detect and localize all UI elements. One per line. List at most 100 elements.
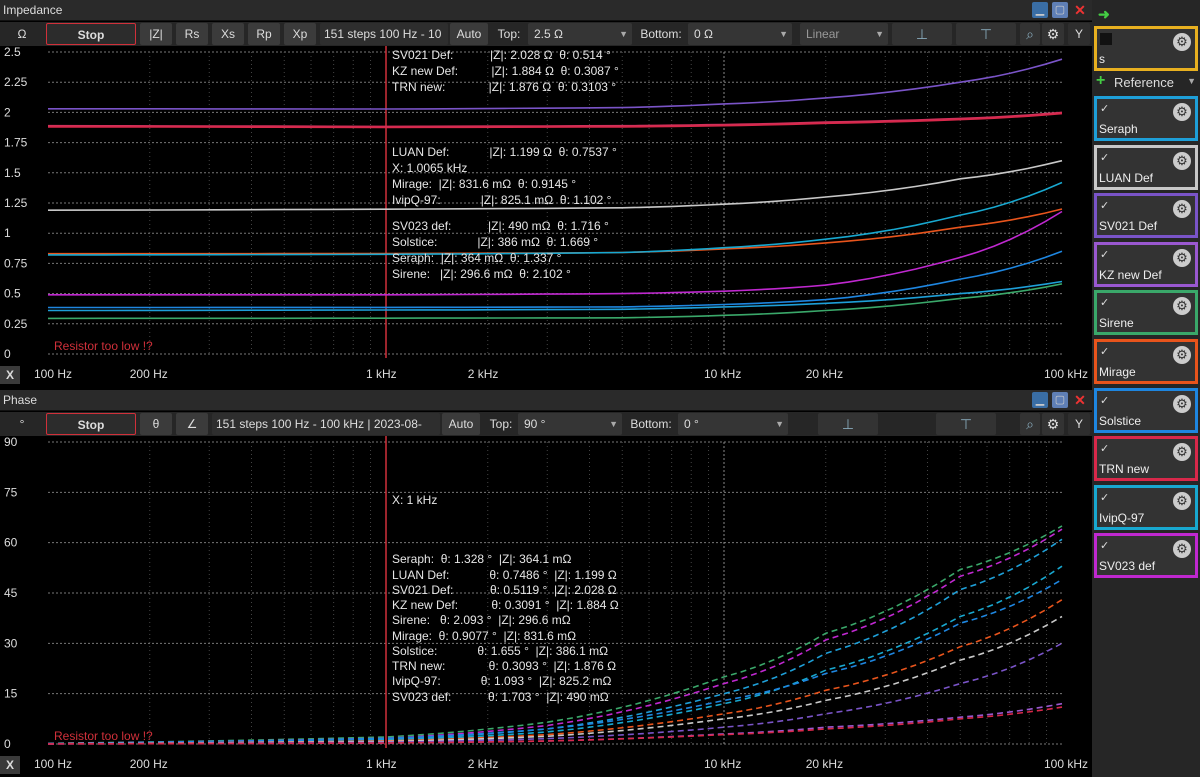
gear-icon[interactable]: ⚙ <box>1173 491 1191 510</box>
cursor-readout-line: Sirene: |Z|: 296.6 mΩ θ: 2.102 ° <box>392 267 571 281</box>
impedance-stop-button[interactable]: Stop <box>46 23 136 45</box>
phase-stop-button[interactable]: Stop <box>46 413 136 435</box>
gear-icon[interactable]: ⚙ <box>1173 540 1191 559</box>
phase-top-input[interactable]: 90 ° ▼ <box>518 413 622 435</box>
y-tick-label: 60 <box>4 536 18 550</box>
impedance-bottom-input[interactable]: 0 Ω ▼ <box>688 23 792 45</box>
gear-icon[interactable]: ⚙ <box>1173 151 1191 170</box>
resistor-warning: Resistor too low !? <box>54 729 153 743</box>
gear-icon[interactable]: ⚙ <box>1173 443 1191 462</box>
zoom-icon[interactable]: ⌕ <box>1020 413 1040 435</box>
gear-icon[interactable]: ⚙ <box>1173 33 1191 51</box>
trace-card-luan-def[interactable]: ✓ ⚙ LUAN Def <box>1094 144 1198 190</box>
phase-panel: Phase ▁ ▢ ✕ ° Stop θ ∠ 151 steps 100 Hz … <box>0 390 1092 777</box>
impedance-titlebar: Impedance ▁ ▢ ✕ <box>0 0 1092 21</box>
gear-icon[interactable]: ⚙ <box>1173 200 1191 219</box>
maximize-icon[interactable]: ▢ <box>1052 392 1068 408</box>
impedance-sweep-info: 151 steps 100 Hz - 10 <box>320 23 448 45</box>
y-tick-label: 0 <box>4 737 11 751</box>
trace-card-seraph[interactable]: ✓ ⚙ Seraph <box>1094 96 1198 141</box>
marker-tool-icon[interactable]: ⊥ <box>818 413 878 435</box>
mode-rp-button[interactable]: Rp <box>248 23 280 45</box>
gear-icon[interactable]: ⚙ <box>1173 394 1191 413</box>
impedance-scale-select[interactable]: Linear ▼ <box>800 23 888 45</box>
trace-card-trn-new[interactable]: ✓ ⚙ TRN new <box>1094 436 1198 482</box>
mode-rs-button[interactable]: Rs <box>176 23 208 45</box>
phase-unit-label: ° <box>19 417 25 431</box>
trace-card-kz-new-def[interactable]: ✓ ⚙ KZ new Def <box>1094 241 1198 287</box>
trace-card-solstice[interactable]: ✓ ⚙ Solstice <box>1094 387 1198 433</box>
minimize-icon[interactable]: ▁ <box>1032 392 1048 408</box>
checkbox-icon[interactable]: ✓ <box>1100 199 1109 212</box>
minimize-icon[interactable]: ▁ <box>1032 2 1048 18</box>
baseline-tool-icon[interactable]: ⊤ <box>936 413 996 435</box>
mode-xs-button[interactable]: Xs <box>212 23 244 45</box>
gear-icon[interactable]: ⚙ <box>1173 103 1191 121</box>
trace-card-sirene[interactable]: ✓ ⚙ Sirene <box>1094 290 1198 336</box>
mode-z-button[interactable]: |Z| <box>140 23 172 45</box>
cursor-readout-line: LUAN Def: |Z|: 1.199 Ω θ: 0.7537 ° <box>392 145 617 159</box>
phase-auto-button[interactable]: Auto <box>442 413 480 435</box>
search-card[interactable]: s ⚙ <box>1094 26 1198 71</box>
reference-dropdown[interactable]: + Reference ▼ <box>1094 72 1198 93</box>
close-icon[interactable]: ✕ <box>1072 2 1088 18</box>
color-swatch-icon <box>1100 33 1112 45</box>
x-tick-label: 10 kHz <box>704 757 742 771</box>
phase-x-axis-strip: X 100 Hz 200 Hz 1 kHz 2 kHz 10 kHz 20 kHz 100 … <box>0 754 1092 776</box>
x-tick-label: 2 kHz <box>467 367 499 381</box>
checkbox-icon[interactable]: ✓ <box>1100 102 1109 115</box>
x-tick-label: 20 kHz <box>805 757 844 771</box>
checkbox-icon[interactable]: ✓ <box>1100 491 1109 504</box>
cursor-readout-line: X: 1.0065 kHz <box>392 161 467 175</box>
phase-bottom-input[interactable]: 0 ° ▼ <box>678 413 788 435</box>
checkbox-icon[interactable]: ✓ <box>1100 442 1109 455</box>
phase-x-button[interactable]: X <box>0 756 20 774</box>
impedance-x-axis-strip: X 100 Hz 200 Hz 1 kHz 2 kHz 10 kHz 20 kHz 100 … <box>0 364 1092 386</box>
trace-card-mirage[interactable]: ✓ ⚙ Mirage <box>1094 339 1198 384</box>
plus-icon[interactable]: + <box>1096 72 1105 90</box>
impedance-panel: Impedance ▁ ▢ ✕ Ω Stop |Z| Rs Xs Rp Xp 1… <box>0 0 1092 388</box>
trace-card-ivipq-97[interactable]: ✓ ⚙ IvipQ-97 <box>1094 484 1198 530</box>
mode-angle-button[interactable]: ∠ <box>176 413 208 435</box>
gear-icon[interactable]: ⚙ <box>1173 297 1191 316</box>
checkbox-icon[interactable]: ✓ <box>1100 151 1109 164</box>
impedance-top-input[interactable]: 2.5 Ω ▼ <box>528 23 632 45</box>
impedance-auto-button[interactable]: Auto <box>450 23 488 45</box>
cursor-readout-line: Sirene: θ: 2.093 ° |Z|: 296.6 mΩ <box>392 613 571 627</box>
phase-y-button[interactable]: Y <box>1068 413 1090 435</box>
x-tick-label: 1 kHz <box>366 757 397 771</box>
y-tick-label: 0 <box>4 347 11 361</box>
impedance-x-button[interactable]: X <box>0 366 20 384</box>
baseline-tool-icon[interactable]: ⊤ <box>956 23 1016 45</box>
phase-titlebar: Phase ▁ ▢ ✕ <box>0 390 1092 411</box>
checkbox-icon[interactable]: ✓ <box>1100 248 1109 261</box>
settings-gear-icon[interactable]: ⚙ <box>1042 413 1064 435</box>
checkbox-icon[interactable]: ✓ <box>1100 345 1109 358</box>
checkbox-icon[interactable]: ✓ <box>1100 394 1109 407</box>
checkbox-icon[interactable]: ✓ <box>1100 539 1109 552</box>
checkbox-icon[interactable]: ✓ <box>1100 296 1109 309</box>
chevron-down-icon: ▼ <box>775 419 784 429</box>
marker-tool-icon[interactable]: ⊥ <box>892 23 952 45</box>
chevron-down-icon: ▼ <box>875 29 884 39</box>
settings-gear-icon[interactable]: ⚙ <box>1042 23 1064 45</box>
cursor-readout-line: Seraph: |Z|: 364 mΩ θ: 1.337 ° <box>392 251 562 265</box>
mode-xp-button[interactable]: Xp <box>284 23 316 45</box>
impedance-bottom-label: Bottom: <box>640 27 682 41</box>
trace-card-label: Seraph <box>1099 122 1138 136</box>
close-icon[interactable]: ✕ <box>1072 392 1088 408</box>
zoom-icon[interactable]: ⌕ <box>1020 23 1040 45</box>
maximize-icon[interactable]: ▢ <box>1052 2 1068 18</box>
impedance-chart: 0 0.25 0.5 0.75 1 1.25 1.5 1.75 2 2.25 2.5 Resistor… <box>4 46 1063 361</box>
gear-icon[interactable]: ⚙ <box>1173 346 1191 364</box>
gear-icon[interactable]: ⚙ <box>1173 248 1191 267</box>
trace-card-sv021-def[interactable]: ✓ ⚙ SV021 Def <box>1094 193 1198 239</box>
mode-theta-button[interactable]: θ <box>140 413 172 435</box>
trace-card-sv023-def[interactable]: ✓ ⚙ SV023 def <box>1094 533 1198 579</box>
chevron-down-icon: ▼ <box>619 29 628 39</box>
chevron-down-icon: ▼ <box>1187 76 1196 86</box>
arrow-right-icon[interactable]: ➜ <box>1098 6 1110 23</box>
x-tick-label: 100 Hz <box>34 367 73 381</box>
impedance-y-button[interactable]: Y <box>1068 23 1090 45</box>
search-card-input[interactable]: s <box>1099 52 1105 66</box>
